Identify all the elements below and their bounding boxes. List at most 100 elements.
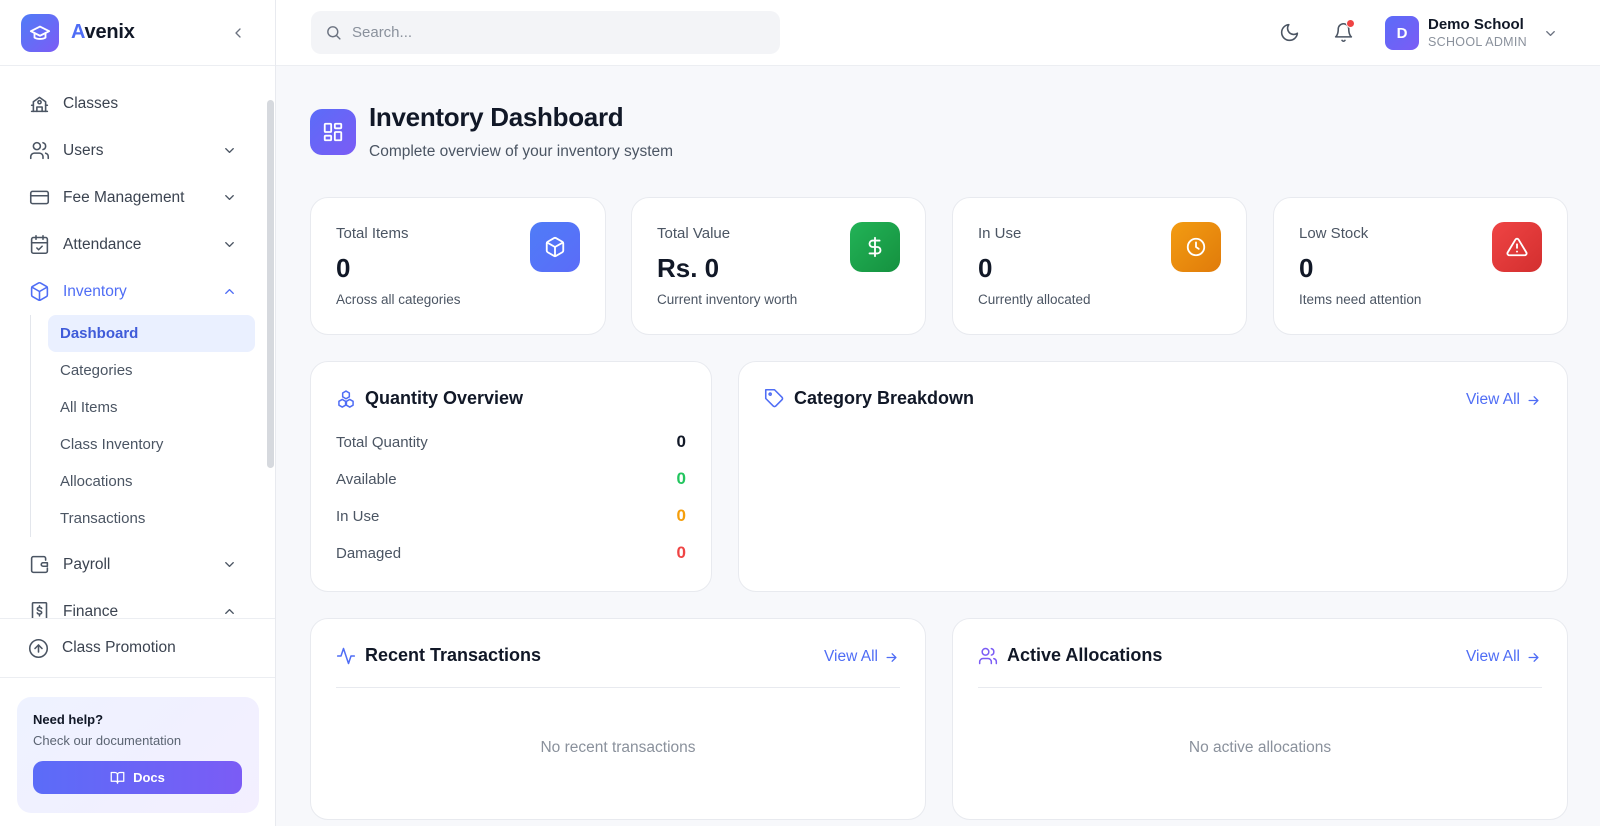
tag-icon — [764, 388, 785, 409]
avatar: D — [1385, 16, 1419, 50]
view-all-allocations-link[interactable]: View All — [1466, 648, 1541, 666]
stat-label: Total Items — [336, 225, 409, 242]
brand-name[interactable]: Avenix — [71, 21, 135, 44]
submenu-item-class-inventory[interactable]: Class Inventory — [48, 426, 255, 463]
brand-name-rest: venix — [84, 21, 135, 43]
graduation-cap-icon — [21, 13, 59, 52]
stat-subtitle: Items need attention — [1299, 292, 1422, 307]
stat-subtitle: Current inventory worth — [657, 292, 798, 307]
quantity-value: 0 — [676, 432, 686, 451]
section-title: Category Breakdown — [794, 388, 975, 408]
submenu-item-transactions[interactable]: Transactions — [48, 500, 255, 537]
section-header: Active Allocations — [978, 645, 1162, 666]
user-menu[interactable]: D Demo School SCHOOL ADMIN — [1385, 15, 1558, 51]
search-input[interactable] — [352, 24, 752, 41]
top-header: D Demo School SCHOOL ADMIN — [276, 0, 1600, 66]
section-header: Quantity Overview — [336, 388, 523, 409]
calendar-check-icon — [28, 234, 50, 256]
stat-subtitle: Across all categories — [336, 292, 461, 307]
notification-badge — [1346, 19, 1355, 28]
docs-button-label: Docs — [133, 770, 165, 785]
users-icon — [28, 140, 50, 162]
credit-card-icon — [28, 187, 50, 209]
quantity-label: Damaged — [336, 544, 402, 562]
sidebar-item-fee-management[interactable]: Fee Management — [0, 174, 276, 221]
quantity-label: In Use — [336, 507, 380, 525]
page-title: Inventory Dashboard — [369, 102, 624, 132]
stat-card-total-items: Total Items 0 Across all categories — [310, 197, 606, 335]
receipt-icon — [28, 601, 50, 618]
chevron-down-icon — [220, 555, 238, 573]
arrow-right-icon — [884, 650, 899, 665]
stat-label: In Use — [978, 225, 1022, 242]
sidebar-item-inventory[interactable]: Inventory — [0, 268, 276, 315]
quantity-value: 0 — [676, 543, 686, 562]
activity-icon — [336, 646, 356, 666]
divider — [336, 687, 900, 688]
wallet-icon — [28, 554, 50, 576]
active-allocations-card: Active Allocations View All No active al… — [952, 618, 1568, 820]
stat-value: 0 — [1299, 253, 1314, 283]
quantity-value: 0 — [676, 506, 686, 525]
page-subtitle: Complete overview of your inventory syst… — [369, 143, 674, 160]
section-title: Active Allocations — [1007, 645, 1163, 665]
user-role: SCHOOL ADMIN — [1428, 35, 1527, 49]
divider — [978, 687, 1542, 688]
school-icon — [28, 93, 50, 115]
stat-card-low-stock: Low Stock 0 Items need attention — [1273, 197, 1568, 335]
arrow-right-icon — [1526, 393, 1541, 408]
sidebar-item-attendance[interactable]: Attendance — [0, 221, 276, 268]
quantity-overview-card: Quantity Overview Total Quantity 0 Avail… — [310, 361, 712, 592]
sidebar-item-class-promotion[interactable]: Class Promotion — [0, 618, 275, 678]
docs-button[interactable]: Docs — [33, 761, 242, 794]
submenu-item-allocations[interactable]: Allocations — [48, 463, 255, 500]
notifications-button[interactable] — [1331, 19, 1355, 44]
section-header: Recent Transactions — [336, 645, 541, 666]
section-header: Category Breakdown — [764, 388, 974, 409]
chevron-up-icon — [220, 602, 238, 618]
chevron-down-icon — [1543, 26, 1558, 41]
stat-subtitle: Currently allocated — [978, 292, 1091, 307]
stat-value: 0 — [978, 253, 993, 283]
arrow-up-circle-icon — [28, 638, 49, 659]
sidebar-scrollbar[interactable] — [267, 100, 274, 468]
recent-transactions-card: Recent Transactions View All No recent t… — [310, 618, 926, 820]
collapse-sidebar-button[interactable] — [227, 22, 249, 44]
sidebar-item-finance[interactable]: Finance — [0, 588, 276, 618]
quantity-value: 0 — [676, 469, 686, 488]
view-all-transactions-link[interactable]: View All — [824, 648, 899, 666]
quantity-row-damaged: Damaged 0 — [336, 542, 686, 564]
arrow-right-icon — [1526, 650, 1541, 665]
brand: Avenix — [0, 0, 275, 66]
user-info: Demo School SCHOOL ADMIN — [1428, 16, 1527, 50]
stat-card-in-use: In Use 0 Currently allocated — [952, 197, 1247, 335]
theme-toggle-button[interactable] — [1277, 20, 1301, 44]
sidebar-item-users[interactable]: Users — [0, 127, 276, 174]
sidebar-item-label: Payroll — [63, 555, 111, 573]
sidebar-item-label: Inventory — [63, 282, 127, 300]
quantity-row-in-use: In Use 0 — [336, 505, 686, 527]
section-title: Recent Transactions — [365, 645, 542, 665]
chevron-up-icon — [220, 282, 238, 300]
sidebar-item-payroll[interactable]: Payroll — [0, 541, 276, 588]
stat-value: 0 — [336, 253, 351, 283]
sidebar-item-label: Users — [63, 141, 104, 159]
boxes-icon — [336, 389, 356, 409]
sidebar-item-classes[interactable]: Classes — [0, 80, 276, 127]
view-all-categories-link[interactable]: View All — [1466, 391, 1541, 409]
sidebar-item-label: Fee Management — [63, 188, 185, 206]
view-all-label: View All — [824, 648, 878, 665]
submenu-item-dashboard[interactable]: Dashboard — [48, 315, 255, 352]
sidebar-item-label: Attendance — [63, 235, 142, 253]
quantity-row-available: Available 0 — [336, 468, 686, 490]
chevron-down-icon — [220, 141, 238, 159]
search-bar — [311, 11, 780, 54]
submenu-item-categories[interactable]: Categories — [48, 352, 255, 389]
search-icon — [325, 24, 342, 41]
sidebar-item-label: Classes — [63, 94, 119, 112]
brand-name-prefix: A — [71, 21, 85, 43]
alert-triangle-icon — [1492, 222, 1542, 272]
package-icon — [28, 281, 50, 303]
submenu-item-all-items[interactable]: All Items — [48, 389, 255, 426]
help-card: Need help? Check our documentation Docs — [17, 697, 259, 813]
